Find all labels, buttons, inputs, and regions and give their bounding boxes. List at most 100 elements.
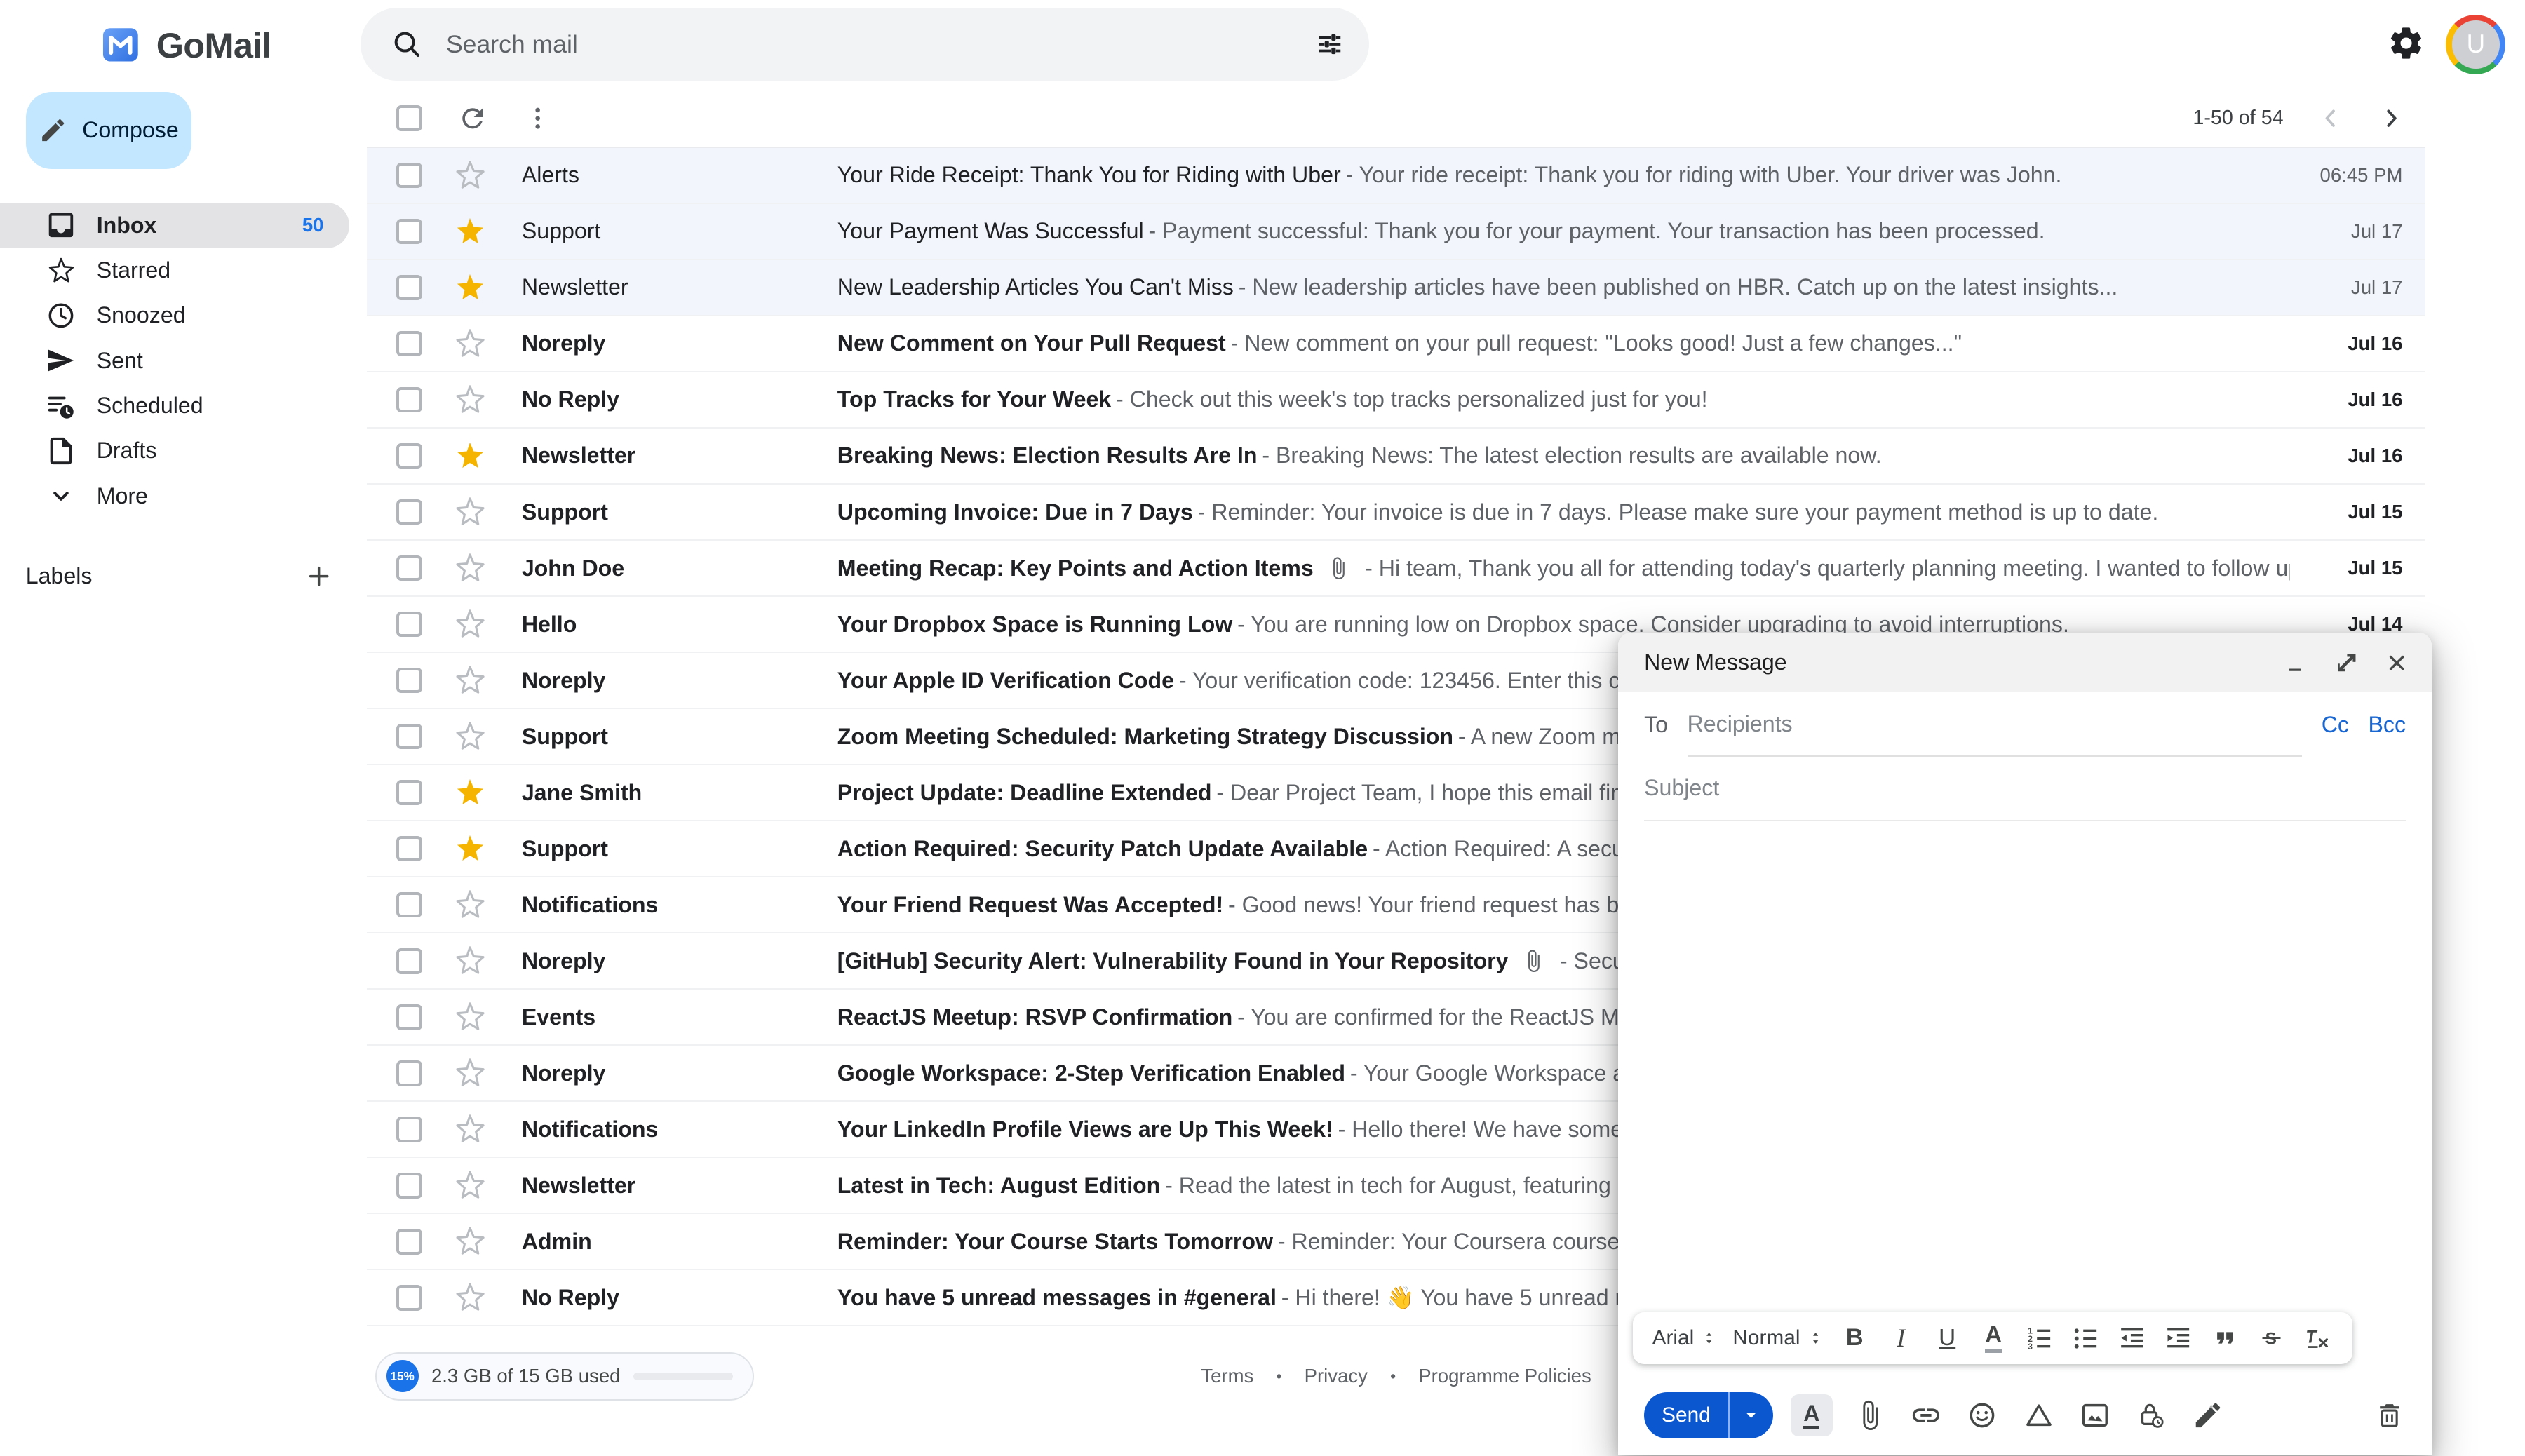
subject-input[interactable]: Subject <box>1644 757 2406 821</box>
row-checkbox[interactable] <box>396 331 422 357</box>
style-select[interactable]: Normal <box>1732 1326 1824 1350</box>
recipients-input[interactable]: Recipients <box>1688 692 2303 757</box>
email-row[interactable]: NewsletterNew Leadership Articles You Ca… <box>367 260 2425 316</box>
underline-icon[interactable]: U <box>1932 1321 1963 1356</box>
sidebar-item-snoozed[interactable]: Snoozed <box>0 293 349 338</box>
search-bar[interactable]: Search mail <box>361 8 1368 80</box>
email-row[interactable]: NewsletterBreaking News: Election Result… <box>367 429 2425 485</box>
select-all-checkbox[interactable] <box>396 105 422 131</box>
row-checkbox[interactable] <box>396 892 422 918</box>
bulleted-list-icon[interactable] <box>2070 1321 2101 1356</box>
row-checkbox[interactable] <box>396 443 422 469</box>
row-checkbox[interactable] <box>396 275 422 301</box>
expand-icon[interactable] <box>2335 652 2357 674</box>
row-checkbox[interactable] <box>396 1004 422 1030</box>
star-filled-icon[interactable] <box>454 271 486 304</box>
minimize-icon[interactable] <box>2285 652 2308 674</box>
signature-pen-icon[interactable] <box>2188 1396 2227 1435</box>
emoji-icon[interactable] <box>1963 1396 2002 1435</box>
star-outline-icon[interactable] <box>454 1113 486 1145</box>
row-checkbox[interactable] <box>396 612 422 638</box>
footer-link-privacy[interactable]: Privacy <box>1305 1365 1368 1387</box>
star-filled-icon[interactable] <box>454 440 486 472</box>
row-checkbox[interactable] <box>396 1060 422 1086</box>
star-outline-icon[interactable] <box>454 945 486 977</box>
row-checkbox[interactable] <box>396 780 422 806</box>
confidential-lock-icon[interactable] <box>2132 1396 2171 1435</box>
star-outline-icon[interactable] <box>454 608 486 640</box>
row-checkbox[interactable] <box>396 163 422 189</box>
email-row[interactable]: SupportUpcoming Invoice: Due in 7 Days- … <box>367 485 2425 541</box>
row-checkbox[interactable] <box>396 1173 422 1199</box>
quote-icon[interactable] <box>2209 1321 2240 1356</box>
chevron-left-icon[interactable] <box>2316 104 2345 133</box>
sidebar-item-drafts[interactable]: Drafts <box>0 429 349 473</box>
email-row[interactable]: No ReplyTop Tracks for Your Week- Check … <box>367 372 2425 429</box>
star-outline-icon[interactable] <box>454 384 486 416</box>
sidebar-item-scheduled[interactable]: Scheduled <box>0 383 349 428</box>
row-checkbox[interactable] <box>396 555 422 581</box>
outdent-icon[interactable] <box>2116 1321 2148 1356</box>
search-input[interactable]: Search mail <box>446 30 1314 59</box>
star-outline-icon[interactable] <box>454 1169 486 1201</box>
star-filled-icon[interactable] <box>454 776 486 809</box>
refresh-icon[interactable] <box>457 103 488 134</box>
insert-image-icon[interactable] <box>2075 1396 2114 1435</box>
email-row[interactable]: SupportYour Payment Was Successful- Paym… <box>367 204 2425 260</box>
star-outline-icon[interactable] <box>454 1057 486 1089</box>
font-select[interactable]: Arial <box>1652 1326 1718 1350</box>
numbered-list-icon[interactable]: 123 <box>2024 1321 2055 1356</box>
compose-titlebar[interactable]: New Message <box>1618 633 2431 692</box>
star-outline-icon[interactable] <box>454 496 486 528</box>
indent-icon[interactable] <box>2162 1321 2194 1356</box>
sidebar-item-inbox[interactable]: Inbox50 <box>0 203 349 248</box>
tune-icon[interactable] <box>1314 28 1346 60</box>
star-outline-icon[interactable] <box>454 552 486 584</box>
formatting-toggle-icon[interactable]: A <box>1791 1394 1833 1436</box>
star-outline-icon[interactable] <box>454 1281 486 1314</box>
row-checkbox[interactable] <box>396 499 422 525</box>
sidebar-item-more[interactable]: More <box>0 473 349 518</box>
bcc-button[interactable]: Bcc <box>2369 712 2406 738</box>
account-avatar[interactable]: U <box>2446 15 2505 74</box>
trash-icon[interactable] <box>2371 1396 2409 1435</box>
footer-link-programme-policies[interactable]: Programme Policies <box>1418 1365 1591 1387</box>
email-row[interactable]: NoreplyNew Comment on Your Pull Request-… <box>367 316 2425 372</box>
close-icon[interactable] <box>2385 651 2409 675</box>
row-checkbox[interactable] <box>396 948 422 974</box>
footer-link-terms[interactable]: Terms <box>1201 1365 1253 1387</box>
add-label-icon[interactable] <box>304 562 333 591</box>
star-outline-icon[interactable] <box>454 664 486 696</box>
email-row[interactable]: John DoeMeeting Recap: Key Points and Ac… <box>367 541 2425 597</box>
compose-button[interactable]: Compose <box>26 92 191 169</box>
star-filled-icon[interactable] <box>454 215 486 248</box>
star-outline-icon[interactable] <box>454 720 486 753</box>
send-button[interactable]: Send <box>1644 1392 1773 1439</box>
attach-icon[interactable] <box>1850 1396 1889 1435</box>
star-filled-icon[interactable] <box>454 833 486 865</box>
row-checkbox[interactable] <box>396 219 422 245</box>
row-checkbox[interactable] <box>396 1285 422 1311</box>
strikethrough-icon[interactable]: S <box>2255 1321 2287 1356</box>
gear-icon[interactable] <box>2387 24 2425 62</box>
row-checkbox[interactable] <box>396 387 422 413</box>
drive-icon[interactable] <box>2019 1396 2058 1435</box>
star-outline-icon[interactable] <box>454 1225 486 1258</box>
bold-icon[interactable]: B <box>1839 1321 1871 1356</box>
row-checkbox[interactable] <box>396 668 422 694</box>
star-outline-icon[interactable] <box>454 159 486 191</box>
chevron-right-icon[interactable] <box>2377 104 2406 133</box>
email-row[interactable]: AlertsYour Ride Receipt: Thank You for R… <box>367 148 2425 204</box>
send-label[interactable]: Send <box>1644 1392 1730 1439</box>
row-checkbox[interactable] <box>396 724 422 750</box>
row-checkbox[interactable] <box>396 836 422 862</box>
text-color-icon[interactable]: A <box>1978 1321 2009 1356</box>
cc-button[interactable]: Cc <box>2322 712 2349 738</box>
italic-icon[interactable]: I <box>1885 1321 1917 1356</box>
send-options-arrow[interactable] <box>1730 1392 1773 1439</box>
row-checkbox[interactable] <box>396 1229 422 1255</box>
message-body-input[interactable] <box>1618 821 2431 1375</box>
search-icon[interactable] <box>390 27 424 61</box>
star-outline-icon[interactable] <box>454 328 486 360</box>
clear-formatting-icon[interactable]: T <box>2301 1321 2333 1356</box>
